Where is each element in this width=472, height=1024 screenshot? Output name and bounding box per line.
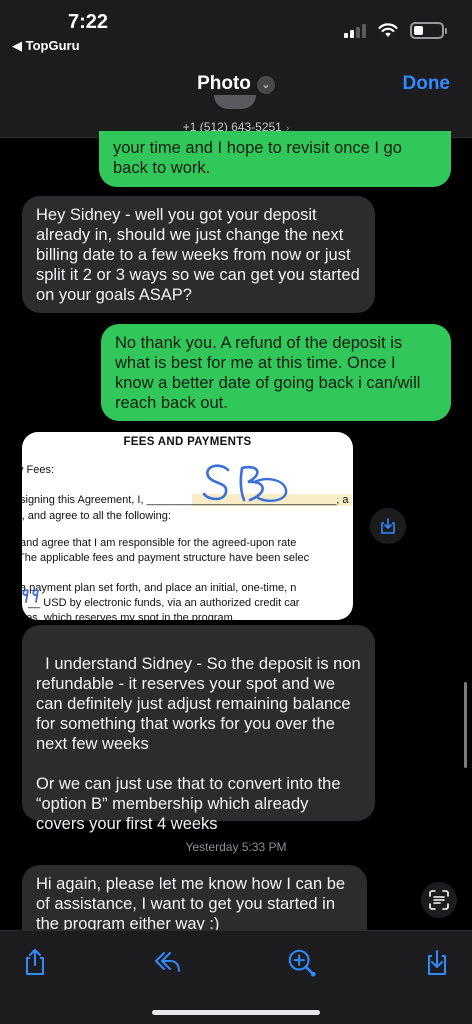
message-timestamp: Yesterday 5:33 PM	[185, 840, 287, 854]
status-icons	[344, 22, 447, 39]
document-line: and agree that I am responsible for the …	[22, 537, 297, 549]
document-line: signing this Agreement, I, _____________…	[22, 494, 349, 506]
document-image-attachment[interactable]: FEES AND PAYMENTS y Fees: signing this A…	[22, 432, 353, 620]
document-title: FEES AND PAYMENTS	[123, 436, 252, 448]
battery-icon	[410, 22, 447, 39]
save-icon	[428, 950, 446, 975]
live-text-icon	[429, 890, 449, 910]
scroll-indicator[interactable]	[464, 682, 467, 768]
photo-title-menu[interactable]: Photo ⌄	[0, 73, 472, 95]
zoom-icon	[288, 949, 316, 977]
document-line: a payment plan set forth, and place an i…	[22, 582, 297, 594]
live-text-button[interactable]	[421, 882, 457, 918]
share-button[interactable]	[20, 947, 50, 977]
message-text: No thank you. A refund of the deposit is…	[115, 334, 421, 412]
message-bubble-sent[interactable]: No thank you. A refund of the deposit is…	[101, 324, 451, 421]
done-button[interactable]: Done	[403, 73, 451, 95]
message-text: I understand Sidney - So the deposit is …	[36, 655, 361, 833]
handwritten-amount	[22, 589, 39, 603]
zoom-button[interactable]	[286, 947, 316, 977]
home-indicator[interactable]	[152, 1010, 320, 1015]
document-line: The applicable fees and payment structur…	[22, 552, 310, 564]
share-icon	[26, 949, 44, 975]
back-to-app-link[interactable]: ◀ TopGuru	[12, 38, 80, 54]
message-text: Hey Sidney - well you got your deposit a…	[36, 206, 360, 304]
document-line: ges, which reserves my spot in the progr…	[22, 612, 236, 620]
document-line: ), and agree to all the following:	[22, 510, 171, 522]
save-attachment-button[interactable]	[370, 508, 406, 544]
cellular-signal-icon	[344, 23, 366, 38]
message-text: your time and I hope to revisit once I g…	[113, 139, 402, 177]
save-button[interactable]	[422, 947, 452, 977]
reply-icon	[155, 952, 180, 972]
nav-title-label: Photo	[197, 73, 251, 94]
wifi-icon	[378, 23, 398, 37]
status-time: 7:22	[68, 11, 109, 33]
status-bar: 7:22 ◀ TopGuru	[0, 0, 472, 60]
document-line: y Fees:	[22, 464, 55, 476]
contact-avatar	[214, 95, 256, 109]
nav-bar: Photo ⌄ Done +1 (512) 643-5251 ›	[0, 60, 472, 138]
message-bubble-received[interactable]: Hey Sidney - well you got your deposit a…	[22, 196, 375, 313]
chevron-down-icon: ⌄	[256, 76, 275, 94]
document-line: __ USD by electronic funds, via an autho…	[28, 597, 300, 609]
message-bubble-received[interactable]: I understand Sidney - So the deposit is …	[22, 625, 375, 833]
message-bubble-sent[interactable]: your time and I hope to revisit once I g…	[99, 131, 451, 187]
download-icon	[381, 518, 395, 534]
handwritten-signature	[202, 464, 288, 502]
message-text: Hi again, please let me know how I can b…	[36, 875, 346, 933]
reply-button[interactable]	[152, 947, 182, 977]
